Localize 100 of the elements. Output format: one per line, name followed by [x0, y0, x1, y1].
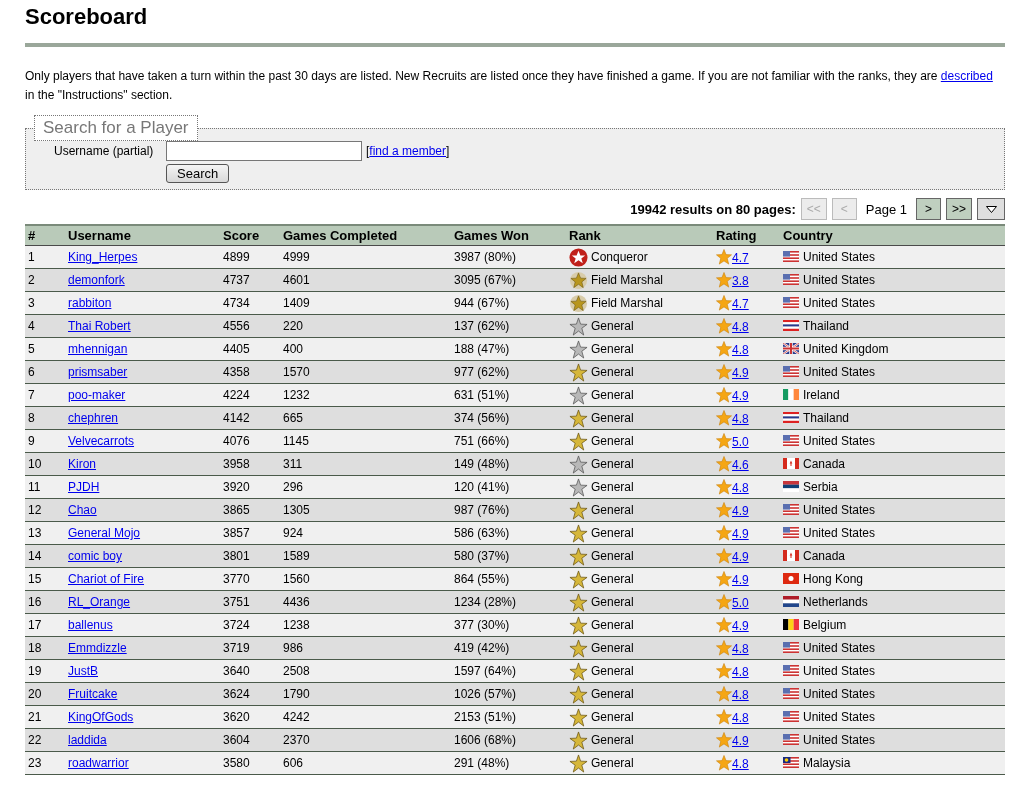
rating-star-icon [716, 686, 732, 702]
column-header: Games Won [454, 228, 529, 243]
username-link[interactable]: JustB [68, 664, 98, 678]
games-completed-cell: 1305 [283, 503, 310, 517]
intro-paragraph: Only players that have taken a turn within the past 30 days are listed. New Recruits are listed once they have finished a game. If you are not familiar with the ranks, they are described in the "Instructions" section. [25, 68, 994, 104]
rating-link[interactable]: 5.0 [732, 596, 749, 610]
flag-icon [783, 274, 799, 285]
rank-name: General [591, 571, 634, 586]
rating-link[interactable]: 4.9 [732, 389, 749, 403]
column-header: Games Completed [283, 228, 398, 243]
rating-link[interactable]: 4.8 [732, 481, 749, 495]
games-completed-cell: 1570 [283, 365, 310, 379]
rank-name: Field Marshal [591, 295, 664, 310]
rating-star-icon [716, 502, 732, 518]
games-won-cell: 1026 (57%) [454, 687, 517, 701]
country-name: United States [803, 526, 876, 540]
rating-star-icon [716, 594, 732, 610]
games-won-cell: 291 (48%) [454, 756, 510, 770]
games-completed-cell: 296 [283, 480, 304, 494]
rating-star-icon [716, 663, 732, 679]
search-legend: Search for a Player [34, 115, 198, 141]
rating-link[interactable]: 4.8 [732, 642, 749, 656]
flag-icon [783, 320, 799, 331]
username-input[interactable] [166, 141, 362, 161]
flag-icon [783, 458, 799, 469]
rating-link[interactable]: 4.9 [732, 734, 749, 748]
rank-number: 2 [28, 273, 35, 287]
flag-icon [783, 734, 799, 745]
rating-link[interactable]: 4.6 [732, 458, 749, 472]
star-icon [569, 638, 588, 658]
rating-link[interactable]: 4.9 [732, 527, 749, 541]
rank-number: 9 [28, 434, 35, 448]
rank-name: General [591, 456, 634, 471]
rating-link[interactable]: 4.8 [732, 320, 749, 334]
rating-link[interactable]: 4.9 [732, 366, 749, 380]
rank-name: General [591, 617, 634, 632]
rating-link[interactable]: 4.9 [732, 550, 749, 564]
page-nav-button[interactable]: >> [946, 198, 972, 220]
rating-link[interactable]: 5.0 [732, 435, 749, 449]
username-link[interactable]: laddida [68, 733, 107, 747]
rating-star-icon [716, 732, 732, 748]
rating-link[interactable]: 4.8 [732, 412, 749, 426]
rating-link[interactable]: 4.7 [732, 297, 749, 311]
rating-link[interactable]: 4.9 [732, 619, 749, 633]
games-completed-cell: 665 [283, 411, 304, 425]
score-cell: 3770 [223, 572, 250, 586]
games-won-cell: 377 (30%) [454, 618, 510, 632]
rank-number: 21 [28, 710, 42, 724]
rating-link[interactable]: 4.8 [732, 665, 749, 679]
score-cell: 3620 [223, 710, 250, 724]
rating-link[interactable]: 3.8 [732, 274, 749, 288]
rating-link[interactable]: 4.9 [732, 504, 749, 518]
star-icon [569, 684, 588, 704]
score-cell: 4734 [223, 296, 250, 310]
flag-icon [783, 711, 799, 722]
star-icon [569, 753, 588, 773]
games-won-cell: 137 (62%) [454, 319, 510, 333]
username-link[interactable]: Fruitcake [68, 687, 118, 701]
rating-link[interactable]: 4.8 [732, 711, 749, 725]
rating-link[interactable]: 4.9 [732, 573, 749, 587]
games-won-cell: 751 (66%) [454, 434, 510, 448]
username-link[interactable]: ballenus [68, 618, 113, 632]
games-won-cell: 864 (55%) [454, 572, 510, 586]
column-header: # [28, 228, 36, 243]
username-link[interactable]: Kiron [68, 457, 96, 471]
rank-number: 11 [28, 480, 41, 494]
games-won-cell: 1606 (68%) [454, 733, 517, 747]
page-nav-button[interactable]: > [916, 198, 941, 220]
dropdown-button[interactable] [977, 198, 1005, 220]
column-header: Username [68, 228, 131, 243]
results-summary: 19942 results on 80 pages: [630, 201, 796, 217]
country-name: Malaysia [803, 756, 851, 770]
username-link[interactable]: Chao [68, 503, 97, 517]
username-link[interactable]: PJDH [68, 480, 100, 494]
username-link[interactable]: chephren [68, 411, 119, 425]
country-name: United States [803, 273, 876, 287]
score-cell: 4142 [223, 411, 250, 425]
games-won-cell: 631 (51%) [454, 388, 510, 402]
star-icon [569, 431, 588, 451]
rating-star-icon [716, 617, 732, 633]
country-name: Netherlands [803, 595, 868, 609]
games-completed-cell: 2508 [283, 664, 310, 678]
search-button[interactable]: Search [166, 164, 230, 183]
star-icon [569, 615, 588, 635]
described-link[interactable]: described [940, 69, 993, 83]
rank-number: 5 [28, 342, 35, 356]
rating-link[interactable]: 4.8 [732, 343, 749, 357]
games-completed-cell: 1589 [283, 549, 310, 563]
rating-link[interactable]: 4.8 [732, 757, 749, 771]
column-header: Rank [569, 228, 601, 243]
username-link[interactable]: rabbiton [68, 296, 112, 310]
rank-number: 20 [28, 687, 42, 701]
rank-name: General [591, 433, 634, 448]
rating-star-icon [716, 272, 732, 288]
rating-link[interactable]: 4.7 [732, 251, 749, 265]
flag-icon [783, 550, 799, 561]
star-icon [569, 730, 588, 750]
games-won-cell: 188 (47%) [454, 342, 510, 356]
rating-link[interactable]: 4.8 [732, 688, 749, 702]
rank-name: General [591, 502, 634, 517]
